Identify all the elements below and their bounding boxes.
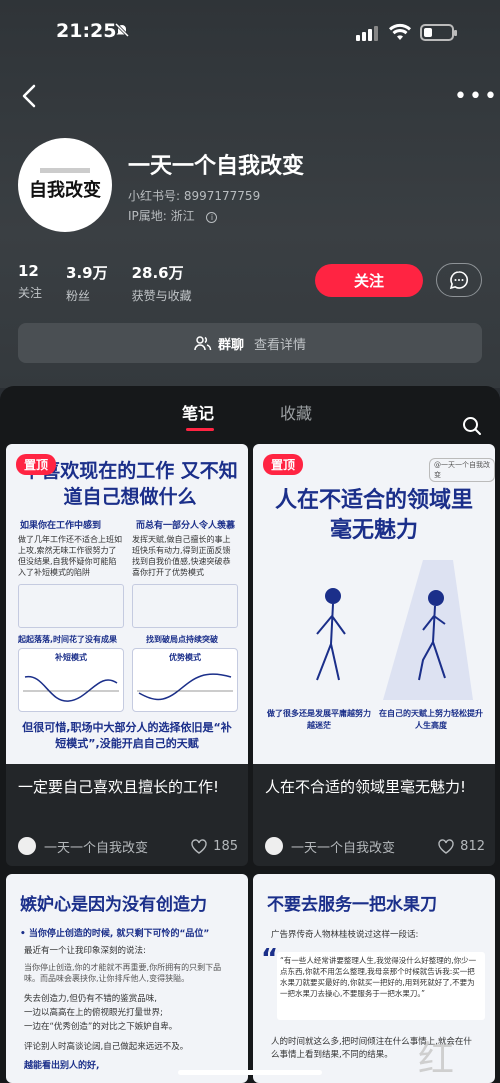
wave-curve-icon xyxy=(23,676,119,702)
status-bar: 21:25 xyxy=(0,18,500,48)
heart-icon xyxy=(191,838,207,854)
cover-right-chart: 优势模式 xyxy=(132,648,238,712)
cover-left-flow xyxy=(18,584,124,628)
stick-figures-illustration xyxy=(316,560,473,700)
cellular-signal-icon xyxy=(356,25,380,41)
cover-p1: 广告界传奇人物林桂枝说过这样一段话: xyxy=(271,930,419,940)
cover-left-text: 做了几年工作还不适合上班如上攻,索然无味工作很努力了但没结果,自我怀疑你可能陷入… xyxy=(18,535,122,577)
profile-id: 小红书号: 8997177759 xyxy=(128,189,261,203)
wifi-icon xyxy=(388,22,412,42)
cover-right-head: 而总有一部分人令人羡慕 xyxy=(136,521,236,531)
notes-panel: 笔记 收藏 不喜欢现在的工作 又不知道自己想做什么 置顶 如果你在工作中感到 而… xyxy=(0,386,500,1083)
group-chat-bar[interactable]: 群聊 查看详情 xyxy=(18,323,482,363)
author-avatar[interactable] xyxy=(18,837,36,855)
stat-likes-collects[interactable]: 28.6万 获赞与收藏 xyxy=(132,262,192,304)
author-avatar[interactable] xyxy=(265,837,283,855)
profile-header: 21:25 ••• 自我改变 一天一个自我改变 小红书号: 8997177759… xyxy=(0,0,500,388)
profile-stats: 12 关注 3.9万 粉丝 28.6万 获赞与收藏 xyxy=(18,262,192,304)
tab-bar: 笔记 收藏 xyxy=(0,400,500,440)
avatar-text: 自我改变 xyxy=(29,180,101,201)
heart-icon xyxy=(438,838,454,854)
quote-mark-icon: “ xyxy=(261,944,279,974)
profile-name: 一天一个自我改变 xyxy=(128,154,305,179)
ip-label: IP属地: 浙江 xyxy=(128,209,195,223)
message-button[interactable] xyxy=(436,263,482,297)
avatar-decoration xyxy=(40,168,90,173)
home-indicator[interactable] xyxy=(178,1070,322,1075)
pinned-badge: 置顶 xyxy=(263,454,304,475)
note-title: 人在不合适的领域里毫无魅力! xyxy=(265,778,467,796)
cover-left-chart: 补短模式 xyxy=(18,648,124,712)
note-cover: 置顶 @一天一个自我改变 人在不适合的领域里毫无魅力 做了很多还是发展平庸越努力… xyxy=(253,444,495,764)
profile-ip-location: IP属地: 浙江 i xyxy=(128,207,218,224)
cover-right-sub: 找到破局点持续突破 xyxy=(146,635,218,644)
status-time: 21:25 xyxy=(56,20,117,42)
stat-label: 粉丝 xyxy=(66,289,91,303)
like-button[interactable]: 812 xyxy=(438,839,485,854)
cover-p5: 一边在“优秀创造”的对比之下嫉妒自卑。 xyxy=(24,1022,178,1032)
note-cover: 不喜欢现在的工作 又不知道自己想做什么 置顶 如果你在工作中感到 而总有一部分人… xyxy=(6,444,248,764)
cover-p3: 失去创造力,但仍有不错的鉴赏品味, xyxy=(24,994,157,1004)
cover-right-caption: 在自己的天赋上努力轻松提升人生高度 xyxy=(379,709,483,730)
avatar[interactable]: 自我改变 xyxy=(18,138,112,232)
cover-title: 嫉妒心是因为没有创造力 xyxy=(20,895,207,915)
cover-p1: 最近有一个让我印象深刻的说法: xyxy=(24,946,146,956)
note-card[interactable]: 嫉妒心是因为没有创造力 • 当你停止创造的时候, 就只剩下可怜的“品位” 最近有… xyxy=(6,874,248,1083)
note-title: 一定要自己喜欢且擅长的工作! xyxy=(18,778,220,796)
back-arrow-icon[interactable] xyxy=(16,82,44,110)
cover-left-sub: 起起落落,时间花了没有成果 xyxy=(18,635,118,644)
note-cover: 嫉妒心是因为没有创造力 • 当你停止创造的时候, 就只剩下可怜的“品位” 最近有… xyxy=(6,874,248,1083)
like-button[interactable]: 185 xyxy=(191,839,238,854)
stat-number: 12 xyxy=(18,262,39,280)
stat-number: 3.9万 xyxy=(66,264,108,282)
follow-button[interactable]: 关注 xyxy=(315,264,423,297)
group-chat-title: 群聊 xyxy=(217,337,244,353)
cover-left-chart-label: 补短模式 xyxy=(55,653,87,662)
pinned-badge: 置顶 xyxy=(16,454,57,475)
cover-p6: 评论别人时高谈论阔,自己做起来远远不及。 xyxy=(24,1042,189,1052)
stat-label: 获赞与收藏 xyxy=(131,289,192,303)
cover-right-chart-label: 优势模式 xyxy=(169,653,201,662)
note-footer: 一天一个自我改变 812 xyxy=(265,836,485,856)
cover-left-head: 如果你在工作中感到 xyxy=(20,521,102,531)
search-icon[interactable] xyxy=(462,416,482,440)
cover-subtitle: • 当你停止创造的时候, 就只剩下可怜的“品位” xyxy=(20,929,210,939)
chat-bubble-icon xyxy=(449,271,468,290)
cover-title: 不要去服务一把水果刀 xyxy=(267,895,437,915)
cover-title: 人在不适合的领域里毫无魅力 xyxy=(274,488,473,543)
mute-bell-icon xyxy=(114,22,130,42)
stat-followers[interactable]: 3.9万 粉丝 xyxy=(66,262,108,304)
stat-number: 28.6万 xyxy=(131,264,184,282)
group-chat-detail: 查看详情 xyxy=(254,337,307,353)
cover-p2: 当你停止创造,你的才能就不再重要,你所拥有的只剩下品味。而品味会裹挟你,让你排斥… xyxy=(24,963,222,983)
cover-tag: @一天一个自我改变 xyxy=(429,458,495,482)
cover-footer: 但很可惜,职场中大部分人的选择依旧是“补短模式”,没能开启自己的天赋 xyxy=(22,721,232,750)
author-name[interactable]: 一天一个自我改变 xyxy=(44,837,148,856)
like-count: 812 xyxy=(460,838,485,854)
author-name[interactable]: 一天一个自我改变 xyxy=(291,837,395,856)
more-options-icon[interactable]: ••• xyxy=(454,84,499,109)
cover-quote: “有一些人经常讲要整理人生,我觉得没什么好整理的,你少一点东西,你就不用怎么整理… xyxy=(277,952,485,1020)
tab-collect[interactable]: 收藏 xyxy=(280,400,312,424)
battery-icon xyxy=(420,24,457,41)
like-count: 185 xyxy=(213,838,238,854)
wave-curve-icon xyxy=(137,673,233,701)
cover-right-flow xyxy=(132,584,238,628)
info-icon[interactable]: i xyxy=(206,212,218,223)
cover-p7: 越能看出别人的好, xyxy=(24,1061,100,1071)
cover-left-caption: 做了很多还是发展平庸越努力越迷茫 xyxy=(267,709,371,730)
stat-following[interactable]: 12 关注 xyxy=(18,262,42,304)
watermark: 红 草 xyxy=(418,1039,455,1080)
group-people-icon xyxy=(194,336,212,351)
note-card[interactable]: 不喜欢现在的工作 又不知道自己想做什么 置顶 如果你在工作中感到 而总有一部分人… xyxy=(6,444,248,866)
note-footer: 一天一个自我改变 185 xyxy=(18,836,238,856)
stat-label: 关注 xyxy=(18,286,43,300)
tab-notes[interactable]: 笔记 xyxy=(182,400,215,431)
cover-p4: 一边以高高在上的俯视眼光打量世界; xyxy=(24,1008,163,1018)
note-card[interactable]: 置顶 @一天一个自我改变 人在不适合的领域里毫无魅力 做了很多还是发展平庸越努力… xyxy=(253,444,495,866)
cover-right-text: 发挥天赋,做自己擅长的事上班快乐有动力,得到正面反馈找到自我价值感,快速突破恭喜… xyxy=(132,535,231,577)
